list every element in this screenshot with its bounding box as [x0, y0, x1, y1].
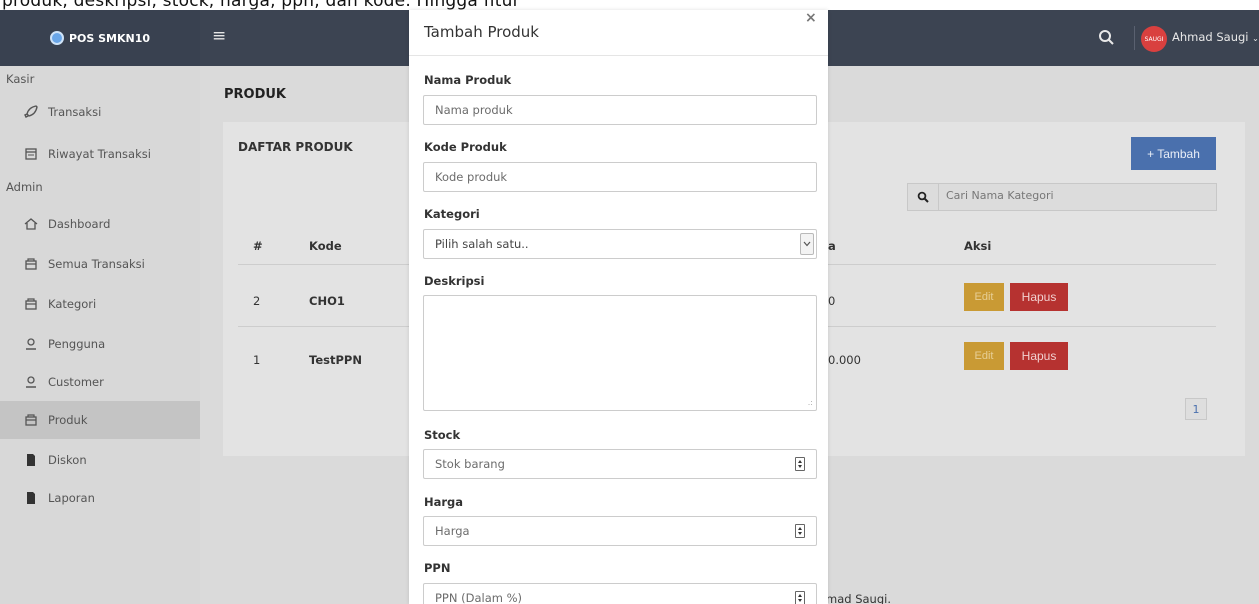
sidebar-item-label: Dashboard: [48, 217, 111, 231]
sidebar-item-riwayat-transaksi[interactable]: Riwayat Transaksi: [0, 135, 200, 173]
search-input[interactable]: [946, 189, 1206, 202]
user-menu[interactable]: Ahmad Saugi ⌄: [1172, 30, 1259, 44]
avatar-text: SAUGI: [1144, 35, 1164, 43]
harga-field: [423, 516, 817, 546]
sidebar-item-pengguna[interactable]: Pengguna: [0, 325, 200, 363]
sidebar-item-label: Semua Transaksi: [48, 257, 145, 271]
category-search: [907, 183, 1217, 211]
chevron-down-icon[interactable]: [800, 233, 814, 255]
chevron-down-icon: ⌄: [1252, 34, 1259, 43]
pagination-page-1[interactable]: 1: [1185, 398, 1207, 420]
caption-text: produk, deskripsi, stock, harga, ppn, da…: [2, 0, 520, 10]
sidebar-item-customer[interactable]: Customer: [0, 363, 200, 401]
kategori-selected-value: Pilih salah satu..: [435, 237, 529, 251]
sidebar-item-label: Laporan: [48, 491, 95, 505]
kategori-select[interactable]: Pilih salah satu..: [423, 229, 817, 259]
brand-logo-icon: [49, 31, 64, 45]
sidebar-item-diskon[interactable]: Diskon: [0, 441, 200, 479]
kode-produk-field: [423, 162, 817, 192]
delete-button[interactable]: Hapus: [1010, 283, 1068, 311]
card-title: DAFTAR PRODUK: [238, 140, 353, 154]
box-icon: [25, 414, 37, 426]
brand[interactable]: POS SMKN10: [0, 10, 200, 66]
row-no: 2: [253, 294, 261, 308]
caption-strip: produk, deskripsi, stock, harga, ppn, da…: [0, 0, 1259, 10]
sidebar-item-label: Transaksi: [48, 105, 102, 119]
page-title: PRODUK: [224, 87, 287, 102]
nav-divider: [1134, 26, 1135, 50]
user-icon: [26, 338, 36, 350]
sidebar-section-kasir: Kasir: [6, 72, 35, 86]
label-stock: Stock: [424, 428, 461, 442]
sidebar-item-label: Produk: [48, 413, 88, 427]
search-icon[interactable]: [908, 184, 939, 210]
menu-toggle-icon[interactable]: ≡: [212, 28, 226, 45]
deskripsi-field: .:: [423, 295, 817, 411]
label-kode-produk: Kode Produk: [424, 140, 507, 154]
modal-title: Tambah Produk: [424, 23, 539, 41]
file-icon: [27, 492, 35, 504]
sidebar-item-label: Diskon: [48, 453, 87, 467]
calendar-icon: [25, 148, 37, 160]
sidebar-item-kategori[interactable]: Kategori: [0, 285, 200, 323]
box-icon: [25, 298, 37, 310]
stock-field: [423, 449, 817, 479]
row-harga: 0.000: [828, 353, 861, 367]
sidebar-section-admin: Admin: [6, 180, 43, 194]
delete-button[interactable]: Hapus: [1010, 342, 1068, 370]
column-header-no: #: [253, 239, 263, 253]
nama-produk-field: [423, 95, 817, 125]
file-icon: [27, 454, 35, 466]
search-icon[interactable]: [1097, 28, 1117, 48]
user-icon: [26, 376, 36, 388]
nama-produk-input[interactable]: [435, 103, 775, 117]
ppn-input[interactable]: [435, 591, 775, 604]
sidebar-item-dashboard[interactable]: Dashboard: [0, 205, 200, 243]
row-harga: 0: [828, 294, 836, 308]
column-header-aksi: Aksi: [964, 239, 992, 253]
label-deskripsi: Deskripsi: [424, 274, 485, 288]
row-kode: TestPPN: [309, 353, 362, 367]
column-header-harga: a: [828, 239, 836, 253]
edit-button[interactable]: Edit: [964, 283, 1004, 311]
sidebar-item-produk[interactable]: Produk: [0, 401, 200, 439]
label-kategori: Kategori: [424, 207, 480, 221]
kode-produk-input[interactable]: [435, 170, 775, 184]
modal-header: Tambah Produk ×: [409, 10, 828, 56]
sidebar-item-label: Kategori: [48, 297, 97, 311]
add-product-modal: Tambah Produk × Nama Produk Kode Produk …: [409, 10, 828, 604]
sidebar-item-label: Customer: [48, 375, 104, 389]
sidebar-item-semua-transaksi[interactable]: Semua Transaksi: [0, 245, 200, 283]
column-header-kode: Kode: [309, 239, 342, 253]
stepper-icon[interactable]: [795, 524, 805, 538]
sidebar-item-label: Pengguna: [48, 337, 106, 351]
row-kode: CHO1: [309, 294, 345, 308]
stock-input[interactable]: [435, 457, 775, 471]
box-icon: [25, 258, 37, 270]
sidebar-item-transaksi[interactable]: Transaksi: [0, 93, 200, 131]
sidebar-item-laporan[interactable]: Laporan: [0, 479, 200, 517]
label-ppn: PPN: [424, 561, 451, 575]
edit-button[interactable]: Edit: [964, 342, 1004, 370]
ppn-field: [423, 583, 817, 604]
sidebar-item-label: Riwayat Transaksi: [48, 147, 151, 161]
deskripsi-textarea[interactable]: [430, 302, 810, 402]
avatar[interactable]: SAUGI: [1141, 26, 1167, 52]
close-icon[interactable]: ×: [805, 10, 817, 26]
footer-text: mad Saugi.: [826, 592, 891, 604]
add-product-button[interactable]: + Tambah: [1131, 137, 1216, 170]
brand-name: POS SMKN10: [68, 31, 151, 45]
rocket-icon: [24, 105, 38, 118]
resize-handle-icon[interactable]: .:: [808, 399, 813, 407]
sidebar: Kasir Transaksi Riwayat Transaksi Admin …: [0, 66, 200, 604]
home-icon: [24, 218, 38, 230]
stepper-icon[interactable]: [795, 591, 805, 604]
row-no: 1: [253, 353, 261, 367]
harga-input[interactable]: [435, 524, 775, 538]
stepper-icon[interactable]: [795, 457, 805, 471]
label-harga: Harga: [424, 495, 464, 509]
label-nama-produk: Nama Produk: [424, 73, 512, 87]
user-name: Ahmad Saugi: [1172, 30, 1249, 44]
